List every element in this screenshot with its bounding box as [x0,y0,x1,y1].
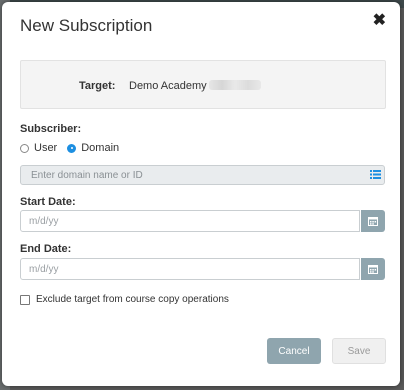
list-icon[interactable] [370,169,381,180]
calendar-icon [368,217,378,226]
domain-search-input[interactable]: Enter domain name or ID [20,165,385,185]
radio-user-label[interactable]: User [34,142,57,154]
start-date-input[interactable]: m/d/yy [20,210,360,232]
subscriber-type-group: User Domain [20,141,129,155]
start-date-placeholder: m/d/yy [29,216,59,227]
radio-domain-label[interactable]: Domain [81,142,119,154]
calendar-icon [368,265,378,274]
save-button[interactable]: Save [332,338,386,364]
new-subscription-dialog: New Subscription ✖ Target: Demo Academy … [2,2,400,386]
subscriber-label: Subscriber: [20,123,82,135]
end-date-calendar-button[interactable] [361,258,385,280]
start-date-calendar-button[interactable] [361,210,385,232]
exclude-checkbox[interactable] [20,294,30,305]
redacted-text [208,80,261,90]
close-icon[interactable]: ✖ [373,13,386,29]
exclude-checkbox-label[interactable]: Exclude target from course copy operatio… [36,294,229,305]
end-date-placeholder: m/d/yy [29,264,59,275]
end-date-input[interactable]: m/d/yy [20,258,360,280]
domain-input-placeholder: Enter domain name or ID [31,170,143,181]
radio-domain[interactable] [67,143,77,153]
dialog-title: New Subscription [20,16,153,35]
target-name: Demo Academy [129,80,207,92]
start-date-label: Start Date: [20,196,76,208]
radio-user[interactable] [20,143,29,153]
cancel-button[interactable]: Cancel [267,338,321,364]
end-date-label: End Date: [20,243,72,255]
target-label: Target: [79,80,116,92]
target-panel: Target: Demo Academy [20,60,386,109]
exclude-option-row: Exclude target from course copy operatio… [20,294,229,305]
target-value: Demo Academy [129,80,261,92]
